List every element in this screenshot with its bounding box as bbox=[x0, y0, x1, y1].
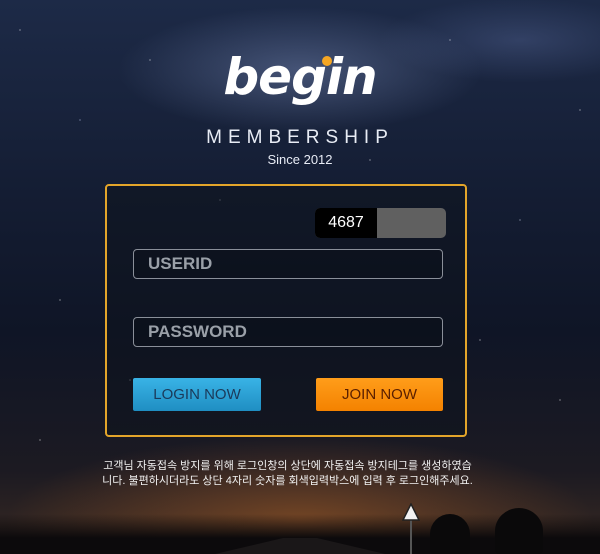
notice-text: 고객님 자동접속 방지를 위해 로그인창의 상단에 자동접속 방지테그를 생성하… bbox=[102, 460, 473, 487]
logo-dot bbox=[322, 56, 332, 66]
sign-post bbox=[410, 519, 412, 554]
password-input[interactable] bbox=[133, 317, 443, 347]
captcha-box: 4687 bbox=[315, 208, 446, 238]
join-button[interactable]: JOIN NOW bbox=[316, 378, 443, 411]
brand-logo: begin bbox=[223, 48, 377, 106]
userid-input[interactable] bbox=[133, 249, 443, 279]
captcha-input[interactable] bbox=[377, 208, 446, 238]
brand-tagline: MEMBERSHIP bbox=[206, 127, 394, 148]
captcha-code: 4687 bbox=[315, 208, 377, 238]
tree-silhouette bbox=[495, 508, 543, 554]
road-sign-icon bbox=[402, 503, 420, 521]
brand-since: Since 2012 bbox=[267, 152, 333, 167]
tree-silhouette bbox=[430, 514, 470, 554]
login-button[interactable]: LOGIN NOW bbox=[133, 378, 261, 411]
